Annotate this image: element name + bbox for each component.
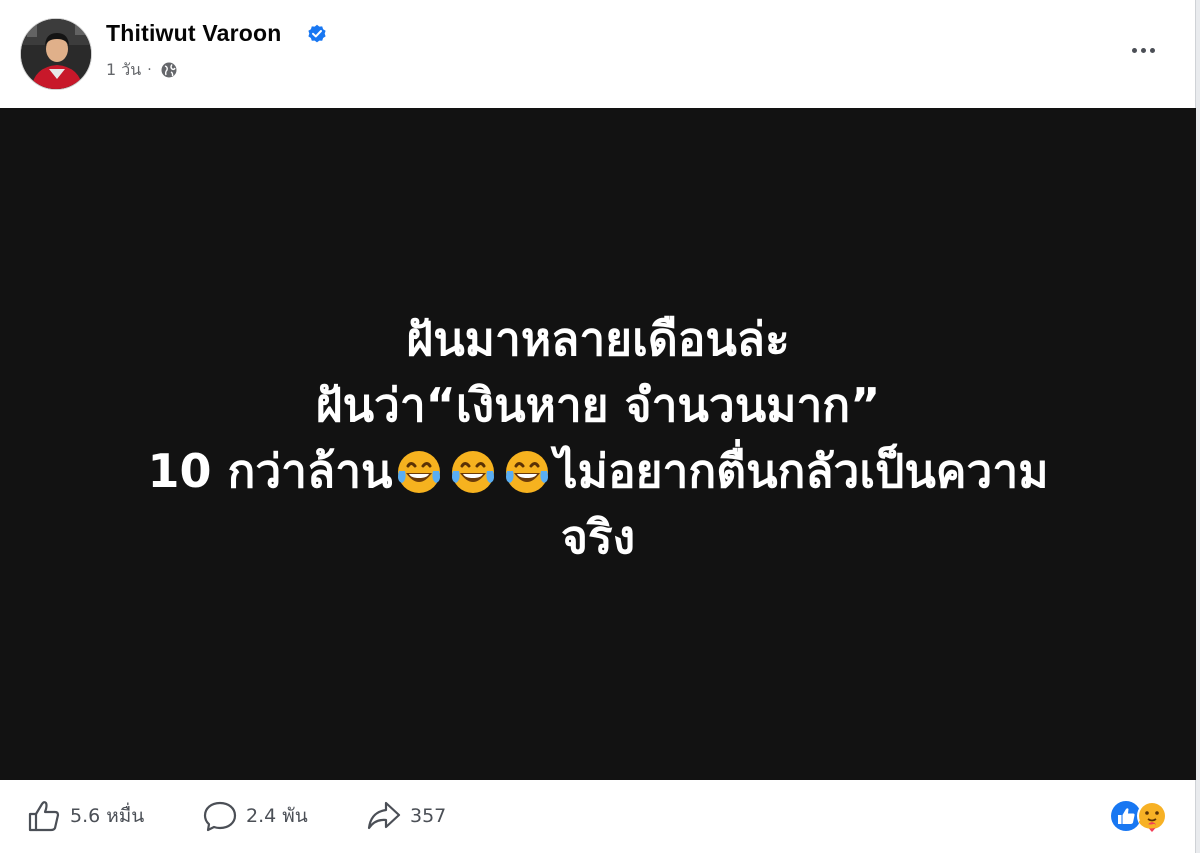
laughing-crying-emoji-icon xyxy=(398,451,441,493)
more-options-button[interactable] xyxy=(1122,36,1164,64)
verified-badge-icon xyxy=(308,24,326,43)
post-meta: 1 วัน · xyxy=(106,58,178,82)
like-reaction-icon xyxy=(1111,801,1141,831)
share-button[interactable]: 357 xyxy=(366,798,446,834)
share-count: 357 xyxy=(410,805,447,827)
post-line-3-suffix: ไม่อยากตื่นกลัวเป็นความ xyxy=(554,444,1049,498)
like-count: 5.6 หมื่น xyxy=(70,805,145,827)
author-avatar[interactable] xyxy=(20,18,92,90)
post-image-text: ฝันมาหลายเดือนล่ะ ฝันว่า“เงินหาย จำนวนมา… xyxy=(0,306,1196,570)
more-dot xyxy=(1131,47,1137,53)
post-line-3: 10 กว่าล้าน😂😂😂ไม่อยากตื่นกลัวเป็นความ xyxy=(0,438,1196,504)
laughing-crying-emoji-icon xyxy=(452,451,495,493)
more-dot xyxy=(1140,47,1146,53)
comment-bubble-icon xyxy=(203,801,237,832)
author-name[interactable]: Thitiwut Varoon xyxy=(106,20,282,47)
post-text-image[interactable]: ฝันมาหลายเดือนล่ะ ฝันว่า“เงินหาย จำนวนมา… xyxy=(0,108,1196,780)
thumbs-up-icon xyxy=(28,801,60,832)
reaction-summary[interactable] xyxy=(1108,798,1178,834)
laughing-crying-emoji-icon xyxy=(506,451,549,493)
laughing-emoji-group: 😂😂😂 xyxy=(392,444,554,498)
post-timestamp[interactable]: 1 วัน xyxy=(106,58,141,83)
post-card: Thitiwut Varoon 1 วัน · ฝันมาหลายเดือนล่… xyxy=(0,0,1196,853)
comment-count: 2.4 พัน xyxy=(246,805,308,827)
like-button[interactable]: 5.6 หมื่น xyxy=(26,798,144,834)
post-line-3-prefix: 10 กว่าล้าน xyxy=(147,444,393,498)
meta-separator: · xyxy=(147,62,152,78)
post-header: Thitiwut Varoon 1 วัน · xyxy=(0,0,1195,108)
post-line-4: จริง xyxy=(560,510,636,564)
post-line-2: ฝันว่า“เงินหาย จำนวนมาก” xyxy=(315,378,881,432)
post-actions-bar: 5.6 หมื่น 2.4 พัน 357 xyxy=(0,780,1196,853)
more-dot xyxy=(1149,47,1155,53)
post-line-1: ฝันมาหลายเดือนล่ะ xyxy=(406,312,790,366)
comment-button[interactable]: 2.4 พัน xyxy=(202,798,308,834)
globe-icon xyxy=(161,62,177,78)
care-reaction-icon xyxy=(1137,801,1167,832)
share-arrow-icon xyxy=(367,801,401,830)
